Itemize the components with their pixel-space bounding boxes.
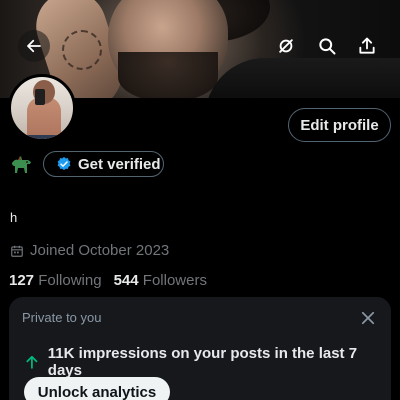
profile-bio: h (10, 210, 18, 225)
unlock-analytics-button[interactable]: Unlock analytics (24, 377, 170, 400)
get-verified-button[interactable]: Get verified (43, 151, 164, 177)
card-title: Private to you (22, 310, 102, 325)
calendar-icon (11, 245, 23, 257)
joined-text: Joined October 2023 (30, 242, 170, 259)
joined-date: Joined October 2023 (10, 242, 169, 259)
search-icon (319, 38, 336, 55)
impressions-stat: 11K impressions on your posts in the las… (24, 345, 391, 379)
analytics-card: Private to you 11K impressions on your p… (9, 297, 391, 400)
arrow-left-icon (27, 39, 41, 53)
search-button[interactable] (311, 30, 343, 62)
verified-badge-icon (57, 157, 71, 171)
following-count: 127 (9, 272, 35, 289)
arrow-up-icon (26, 355, 38, 369)
banner-tattoo (62, 30, 102, 70)
edit-profile-button[interactable]: Edit profile (288, 108, 391, 142)
following-link[interactable]: 127 Following (9, 272, 102, 289)
following-label: Following (38, 272, 102, 289)
back-button[interactable] (18, 30, 50, 62)
followers-link[interactable]: 544 Followers (114, 272, 207, 289)
impressions-text: 11K impressions on your posts in the las… (47, 345, 358, 379)
close-icon[interactable] (359, 309, 377, 327)
get-verified-label: Get verified (78, 155, 161, 173)
banner-shirt (205, 58, 400, 98)
follow-stats: 127 Following 544 Followers (9, 272, 207, 289)
avatar-phone (35, 89, 45, 105)
share-icon (359, 37, 375, 54)
eye-off-icon (279, 39, 293, 53)
banner-beard (118, 52, 218, 98)
dog-icon (12, 156, 31, 173)
share-button[interactable] (351, 30, 383, 62)
avatar-shorts (27, 135, 61, 139)
mute-button[interactable] (270, 30, 302, 62)
followers-count: 544 (113, 272, 139, 289)
avatar[interactable] (8, 74, 76, 142)
followers-label: Followers (142, 272, 207, 289)
